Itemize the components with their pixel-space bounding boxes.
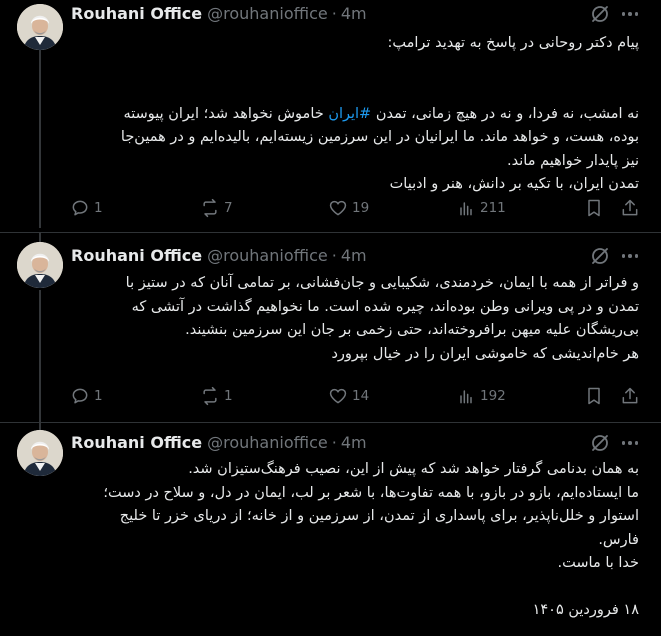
tweet-divider xyxy=(0,422,661,423)
share-icon xyxy=(622,387,638,404)
views-count: 192 xyxy=(480,388,506,404)
like-button[interactable]: 14 xyxy=(328,385,369,407)
avatar[interactable] xyxy=(17,242,63,288)
thread-line xyxy=(39,422,41,430)
views-button[interactable]: 211 xyxy=(456,197,506,219)
timestamp[interactable]: 4m xyxy=(341,246,367,265)
more-icon[interactable] xyxy=(619,245,641,267)
thread-line xyxy=(39,232,41,242)
tweet-line: بوده، هست، و خواهد ماند. ما ایرانیان در … xyxy=(120,129,639,145)
tweet-line: نیز پایدار خواهیم ماند. xyxy=(507,152,639,169)
tweet-header: Rouhani Office @rouhanioffice · 4m xyxy=(71,2,367,24)
repost-button[interactable]: 1 xyxy=(200,385,233,407)
tweet-line: و فراتر از همه با ایمان، خردمندی، شکیبای… xyxy=(125,275,639,291)
tweet-line xyxy=(71,576,639,600)
avatar[interactable] xyxy=(17,430,63,476)
like-button[interactable]: 19 xyxy=(328,197,369,219)
bookmark-button[interactable] xyxy=(584,385,604,407)
separator-dot: · xyxy=(331,432,337,452)
timestamp[interactable]: 4m xyxy=(341,433,367,452)
tweet-line: هر خام‌اندیشی که خاموشی ایران را در خیال… xyxy=(331,345,639,362)
tweet-date-line: ۱۸ فروردین ۱۴۰۵ xyxy=(532,602,639,618)
tweet-line xyxy=(71,56,639,80)
author-name[interactable]: Rouhani Office xyxy=(71,433,202,452)
share-icon xyxy=(622,199,638,216)
action-bar: 1 1 14 192 xyxy=(70,385,640,407)
grok-icon[interactable] xyxy=(589,245,611,267)
hashtag-link[interactable]: #ایران xyxy=(328,106,371,122)
tweet-divider xyxy=(0,232,661,233)
tweet-text: به همان بدنامی گرفتار خواهد شد که پیش از… xyxy=(71,458,639,623)
tweet-line: فارس. xyxy=(598,531,639,548)
views-icon xyxy=(460,390,472,404)
views-icon xyxy=(460,202,472,216)
reply-icon xyxy=(72,388,88,404)
tweet-line: به همان بدنامی گرفتار خواهد شد که پیش از… xyxy=(188,461,639,477)
reply-button[interactable]: 1 xyxy=(70,197,103,219)
author-handle[interactable]: @rouhanioffice xyxy=(207,246,328,265)
separator-dot: · xyxy=(331,3,337,23)
author-handle[interactable]: @rouhanioffice xyxy=(207,4,328,23)
tweet-line: خدا با ماست. xyxy=(557,555,639,571)
tweet-line: ما ایستاده‌ایم، بازو در بازو، با همه تفا… xyxy=(103,484,639,501)
repost-icon xyxy=(203,386,217,406)
reply-count: 1 xyxy=(94,388,103,404)
tweet-line xyxy=(71,79,639,103)
action-bar: 1 7 19 211 xyxy=(70,197,640,219)
bookmark-icon xyxy=(588,199,600,217)
tweet-line: استوار و خلل‌ناپذیر، برای پاسداری از تمد… xyxy=(119,508,639,524)
grok-icon[interactable] xyxy=(589,3,611,25)
tweet-line: بی‌ریشگان علیه میهن برافروخته‌اند، حتی ز… xyxy=(185,322,639,338)
reply-count: 1 xyxy=(94,200,103,216)
reply-button[interactable]: 1 xyxy=(70,385,103,407)
tweet-header: Rouhani Office @rouhanioffice · 4m xyxy=(71,244,367,266)
author-name[interactable]: Rouhani Office xyxy=(71,246,202,265)
tweet-line: تمدن و در پی ویرانی وطن بوده‌اند، چیره ش… xyxy=(131,298,639,315)
more-icon[interactable] xyxy=(619,432,641,454)
like-count: 19 xyxy=(352,200,370,216)
share-button[interactable] xyxy=(620,197,640,219)
repost-button[interactable]: 7 xyxy=(200,197,233,219)
like-count: 14 xyxy=(352,388,370,404)
thread-line xyxy=(39,290,41,425)
author-name[interactable]: Rouhani Office xyxy=(71,4,202,23)
timestamp[interactable]: 4m xyxy=(341,4,367,23)
tweet-line-with-hashtag: نه امشب، نه فردا، و نه در هیچ زمانی، تمد… xyxy=(123,105,639,122)
share-button[interactable] xyxy=(620,385,640,407)
views-count: 211 xyxy=(480,200,506,216)
separator-dot: · xyxy=(331,245,337,265)
repost-count: 1 xyxy=(224,388,233,404)
author-handle[interactable]: @rouhanioffice xyxy=(207,433,328,452)
tweet-text: و فراتر از همه با ایمان، خردمندی، شکیبای… xyxy=(71,272,639,366)
repost-icon xyxy=(203,198,217,218)
views-button[interactable]: 192 xyxy=(456,385,506,407)
grok-icon[interactable] xyxy=(589,432,611,454)
repost-count: 7 xyxy=(224,200,233,216)
bookmark-button[interactable] xyxy=(584,197,604,219)
tweet-header: Rouhani Office @rouhanioffice · 4m xyxy=(71,431,367,453)
heart-icon xyxy=(329,200,347,216)
tweet-line: تمدن ایران، با تکیه بر دانش، هنر و ادبیا… xyxy=(389,176,639,192)
tweet-line: پیام دکتر روحانی در پاسخ به تهدید ترامپ: xyxy=(387,35,639,51)
avatar[interactable] xyxy=(17,4,63,50)
reply-icon xyxy=(72,200,88,216)
bookmark-icon xyxy=(588,387,600,405)
thread-line xyxy=(39,48,41,228)
tweet-text: پیام دکتر روحانی در پاسخ به تهدید ترامپ:… xyxy=(71,32,639,197)
heart-icon xyxy=(329,388,347,404)
more-icon[interactable] xyxy=(619,3,641,25)
